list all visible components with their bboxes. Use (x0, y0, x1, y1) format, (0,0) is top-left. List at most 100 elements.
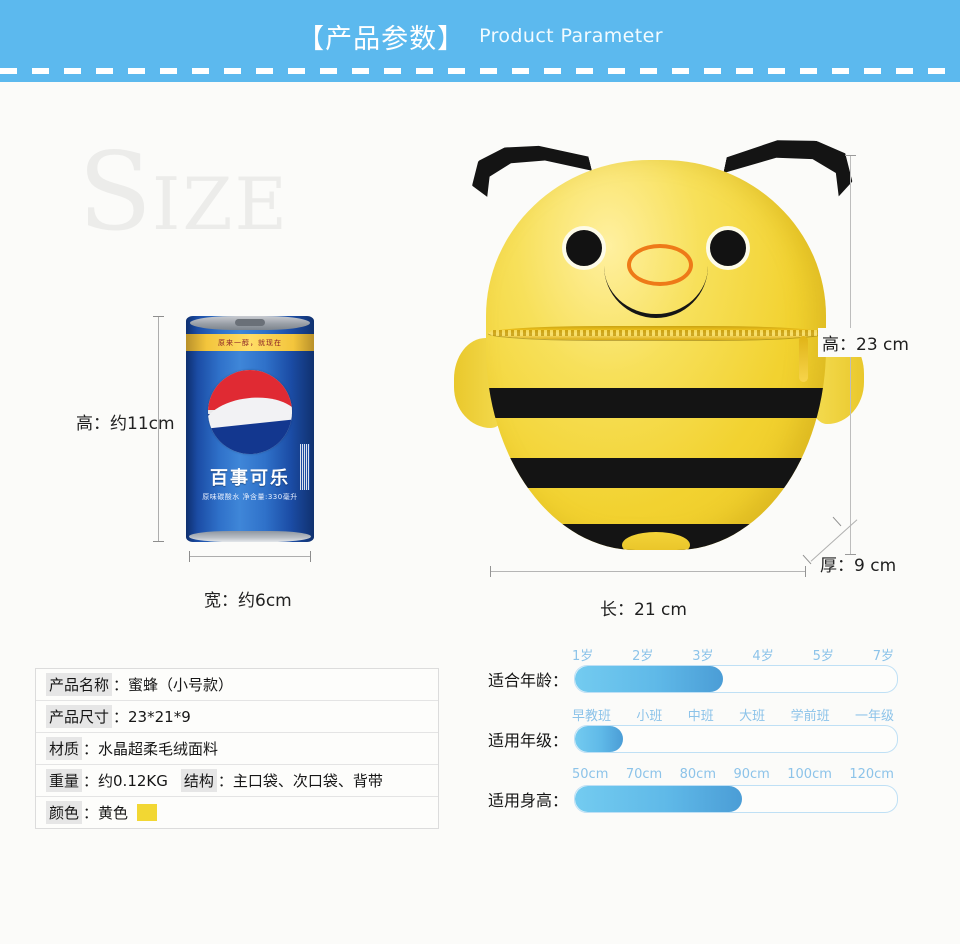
spec-label: 重量 (46, 769, 83, 792)
spec-label: 颜色 (46, 801, 83, 824)
table-row: 颜色 ：黄色 (36, 797, 438, 828)
slider-row-age: 1岁 2岁 3岁 4岁 5岁 7岁 适合年龄： (460, 645, 900, 705)
backpack-depth-label: 厚：9 cm (820, 556, 897, 576)
can-pull-tab (235, 319, 265, 326)
can-height-label: 高：约11cm (76, 414, 175, 434)
tick-label: 中班 (687, 708, 714, 724)
table-row: 材质 ：水晶超柔毛绒面料 (36, 733, 438, 765)
suitability-sliders: 1岁 2岁 3岁 4岁 5岁 7岁 适合年龄： 早教班 小班 中班 大班 学前班… (460, 645, 900, 825)
header-title-group: 【产品参数】 Product Parameter (0, 0, 960, 72)
size-watermark: SIZE (78, 139, 289, 247)
can-width-dimension-line (189, 551, 311, 562)
spec-value-secondary: ：主口袋、次口袋、背带 (217, 772, 383, 790)
can-width-label: 宽：约6cm (204, 591, 292, 611)
slider-row-grade: 早教班 小班 中班 大班 学前班 一年级 适用年级： (460, 705, 900, 765)
size-watermark-initial: S (78, 130, 152, 255)
slider-fill-grade (575, 726, 624, 752)
backpack-length-label: 长：21 cm (600, 600, 687, 620)
tick-label: 120cm (849, 766, 894, 782)
tick-label: 小班 (636, 708, 663, 724)
dimension-cap-top (153, 316, 164, 317)
tick-label: 3岁 (692, 648, 714, 664)
bee-zipper-teeth (490, 330, 820, 336)
dimension-cap-bottom (153, 541, 164, 542)
can-sub-text: 原味碳酸水 净含量:330毫升 (202, 493, 298, 501)
slider-ticks-grade: 早教班 小班 中班 大班 学前班 一年级 (572, 705, 894, 724)
slider-body-height: 适用身高： (460, 785, 900, 813)
dimension-cap-right (310, 551, 311, 562)
dimension-line (189, 556, 311, 557)
slider-fill-height (575, 786, 743, 812)
bee-eye-right (706, 226, 750, 270)
dimension-cap-right (805, 566, 806, 577)
slider-label-age: 适合年龄： (487, 671, 568, 690)
can-barcode (300, 444, 310, 490)
slider-track-height[interactable] (574, 785, 898, 813)
slider-body-age: 适合年龄： (460, 665, 900, 693)
bee-backpack-image (448, 120, 868, 550)
product-spec-table: 产品名称 ：蜜蜂（小号款） 产品尺寸 ：23*21*9 材质 ：水晶超柔毛绒面料… (35, 668, 439, 829)
bee-stripe-1 (486, 388, 826, 418)
header-dashed-divider (0, 68, 960, 74)
tick-label: 1岁 (572, 648, 594, 664)
color-swatch (137, 804, 158, 821)
bee-smile (604, 256, 708, 318)
bee-zipper-pull (799, 336, 808, 382)
dimension-cap-left (490, 566, 491, 577)
page-title-en: Product Parameter (479, 25, 663, 47)
slider-track-age[interactable] (574, 665, 898, 693)
slider-label-grade: 适用年级： (487, 731, 568, 750)
can-body: 原来一醇，就现在 百事可乐 原味碳酸水 净含量:330毫升 (186, 316, 314, 542)
tick-label: 90cm (733, 766, 770, 782)
tick-label: 5岁 (812, 648, 834, 664)
slider-ticks-height: 50cm 70cm 80cm 90cm 100cm 120cm (572, 765, 894, 783)
tick-label: 早教班 (572, 708, 612, 724)
can-band-text: 原来一醇，就现在 (218, 338, 282, 347)
bee-eye-left (562, 226, 606, 270)
backpack-length-dimension-line (490, 566, 806, 577)
tick-label: 7岁 (872, 648, 894, 664)
spec-value: ：约0.12KG (83, 772, 168, 790)
tick-label: 4岁 (752, 648, 774, 664)
spec-value: ：黄色 (83, 804, 129, 822)
spec-label: 产品名称 (46, 673, 113, 696)
table-row: 产品名称 ：蜜蜂（小号款） (36, 669, 438, 701)
can-yellow-band: 原来一醇，就现在 (186, 334, 314, 351)
pepsi-globe-icon (208, 370, 292, 454)
spec-value: ：蜜蜂（小号款） (113, 676, 234, 694)
spec-value: ：23*21*9 (113, 708, 191, 726)
slider-fill-age (575, 666, 724, 692)
table-row: 重量 ：约0.12KG 结构 ：主口袋、次口袋、背带 (36, 765, 438, 797)
tick-label: 一年级 (854, 708, 894, 724)
can-bottom-rim (189, 531, 311, 542)
tick-label: 70cm (625, 766, 663, 782)
spec-label-secondary: 结构 (180, 769, 217, 792)
spec-label: 材质 (46, 737, 83, 760)
pepsi-can-image: 原来一醇，就现在 百事可乐 原味碳酸水 净含量:330毫升 (186, 316, 314, 542)
dimension-cap-upper (832, 516, 842, 527)
can-brand-text: 百事可乐 (210, 468, 290, 489)
dimension-cap-top (845, 155, 856, 156)
tick-label: 100cm (787, 766, 832, 782)
dimension-line (490, 571, 806, 572)
page-header: 【产品参数】 Product Parameter (0, 0, 960, 82)
bee-body (486, 160, 826, 550)
bee-stripe-2 (486, 458, 826, 488)
tick-label: 大班 (739, 708, 766, 724)
table-row: 产品尺寸 ：23*21*9 (36, 701, 438, 733)
spec-value: ：水晶超柔毛绒面料 (83, 740, 219, 758)
page-title-cn: 【产品参数】 (297, 23, 466, 55)
backpack-height-label: 高：23 cm (818, 328, 913, 357)
slider-ticks-age: 1岁 2岁 3岁 4岁 5岁 7岁 (572, 645, 894, 664)
tick-label: 80cm (679, 766, 716, 782)
slider-label-height: 适用身高： (487, 791, 568, 810)
slider-track-grade[interactable] (574, 725, 898, 753)
slider-row-height: 50cm 70cm 80cm 90cm 100cm 120cm 适用身高： (460, 765, 900, 825)
dimension-cap-left (189, 551, 190, 562)
slider-body-grade: 适用年级： (460, 725, 900, 753)
size-watermark-rest: IZE (152, 162, 290, 246)
tick-label: 2岁 (632, 648, 654, 664)
spec-label: 产品尺寸 (46, 705, 113, 728)
tick-label: 50cm (572, 766, 609, 782)
tick-label: 学前班 (790, 708, 830, 724)
